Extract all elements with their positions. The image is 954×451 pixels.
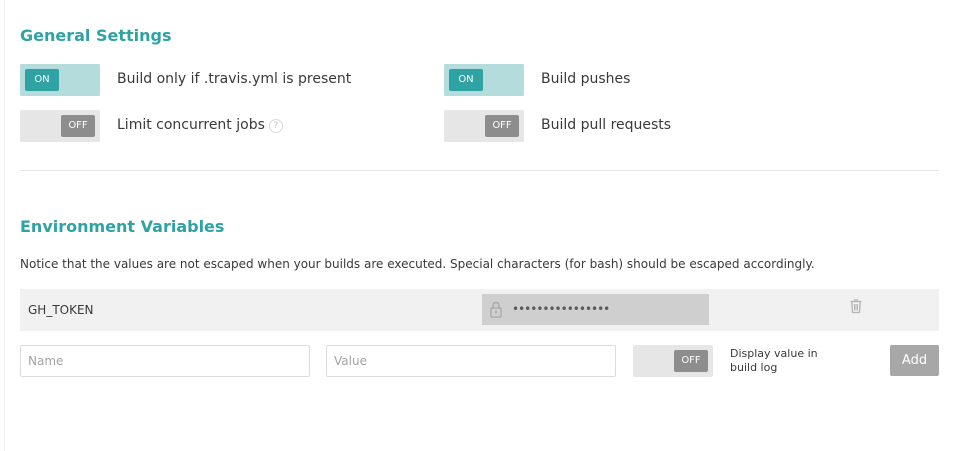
toggle-build-pull-requests[interactable]: OFF — [444, 110, 524, 142]
setting-label-limit-concurrent-jobs: Limit concurrent jobs? — [117, 117, 283, 133]
lock-icon — [490, 301, 502, 318]
setting-label-text: Limit concurrent jobs — [117, 117, 265, 133]
section-divider — [20, 170, 939, 171]
toggle-build-pushes[interactable]: ON — [444, 64, 524, 96]
env-variable-name: GH_TOKEN — [28, 303, 94, 317]
env-variable-row: GH_TOKEN •••••••••••••••• — [20, 289, 939, 331]
add-variable-button[interactable]: Add — [890, 345, 939, 376]
left-border — [4, 0, 5, 451]
general-settings-title: General Settings — [20, 26, 172, 45]
help-icon[interactable]: ? — [268, 119, 283, 133]
toggle-knob: OFF — [61, 115, 95, 137]
env-name-input[interactable] — [20, 345, 310, 377]
toggle-knob: ON — [25, 69, 59, 91]
trash-icon[interactable] — [849, 298, 863, 314]
toggle-display-value[interactable]: OFF — [633, 345, 713, 377]
setting-label-build-only-travis-yml: Build only if .travis.yml is present — [117, 71, 352, 87]
env-variable-value: •••••••••••••••• — [482, 294, 709, 325]
toggle-knob: OFF — [485, 115, 519, 137]
toggle-limit-concurrent-jobs[interactable]: OFF — [20, 110, 100, 142]
toggle-knob: ON — [449, 69, 483, 91]
display-value-label: Display value in build log — [730, 347, 818, 374]
toggle-knob: OFF — [674, 350, 708, 372]
env-value-input[interactable] — [326, 345, 616, 377]
setting-label-build-pull-requests: Build pull requests — [541, 117, 672, 133]
escape-notice: Notice that the values are not escaped w… — [20, 257, 815, 271]
toggle-build-only-travis-yml[interactable]: ON — [20, 64, 100, 96]
environment-variables-title: Environment Variables — [20, 217, 225, 236]
setting-label-build-pushes: Build pushes — [541, 71, 631, 87]
masked-value: •••••••••••••••• — [512, 302, 610, 316]
